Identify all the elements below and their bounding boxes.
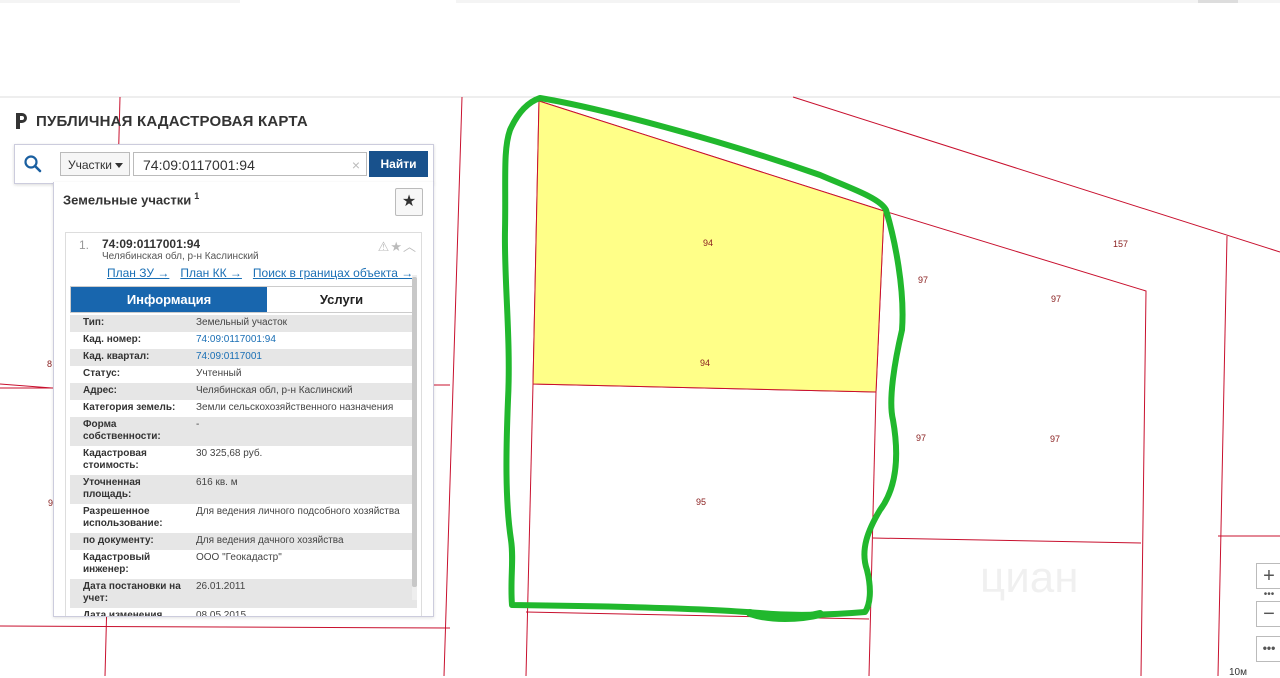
find-button[interactable]: Найти <box>369 151 428 177</box>
info-value[interactable]: 74:09:0117001:94 <box>184 334 417 346</box>
info-row: Кад. квартал: 74:09:0117001 <box>70 349 417 366</box>
info-row: Форма собственности: - <box>70 417 417 446</box>
info-key: Уточненная площадь: <box>83 477 141 500</box>
info-value: 08.05.2015 <box>196 610 247 617</box>
info-row: Статус: Учтенный <box>70 366 417 383</box>
search-input[interactable]: 74:09:0117001:94 × <box>133 152 367 176</box>
info-row: Кадастровая стоимость: 30 325,68 руб. <box>70 446 417 475</box>
info-value: Учтенный <box>196 368 242 379</box>
chevron-down-icon <box>115 163 123 168</box>
plan-kk-link[interactable]: План КК → <box>180 266 242 280</box>
info-value: Земельный участок <box>196 317 288 328</box>
watermark: циан <box>980 553 1079 602</box>
star-icon: ★ <box>401 193 417 210</box>
info-row: Кад. номер: 74:09:0117001:94 <box>70 332 417 349</box>
info-row: Дата постановки на учет: 26.01.2011 <box>70 579 417 608</box>
result-region: Челябинская обл, р-н Каслинский <box>102 251 259 262</box>
info-key: Кадастровая стоимость: <box>83 448 147 471</box>
info-row: по документу: Для ведения дачного хозяйст… <box>70 533 417 550</box>
parcel-label: 97 <box>1050 434 1060 444</box>
zoom-dots: ••• <box>1263 589 1275 600</box>
info-key: Кадастровый инженер: <box>83 552 151 575</box>
scrollbar[interactable] <box>412 275 417 600</box>
info-value: Челябинская обл, р-н Каслинский <box>196 385 353 396</box>
info-key: Дата изменения <box>83 610 163 617</box>
info-key: Дата постановки на учет: <box>83 581 181 604</box>
info-key: Категория земель: <box>83 402 176 413</box>
info-key: Разрешенное использование: <box>83 506 163 529</box>
parcel-label: 94 <box>700 358 710 368</box>
info-value: Для ведения личного подсобного хозяйства <box>196 506 400 517</box>
info-row: Адрес: Челябинская обл, р-н Каслинский <box>70 383 417 400</box>
info-key: Тип: <box>83 317 105 328</box>
plan-zu-link[interactable]: План ЗУ → <box>107 266 169 280</box>
tab-services[interactable]: Услуги <box>267 287 416 312</box>
clear-icon[interactable]: × <box>352 153 360 177</box>
parcel-label: 94 <box>703 238 713 248</box>
parcel-label: 97 <box>918 275 928 285</box>
zoom-controls: + ••• − <box>1256 563 1280 627</box>
search-query: 74:09:0117001:94 <box>143 157 255 173</box>
warning-icon[interactable]: ⚠ <box>378 239 391 254</box>
app-title: ПУБЛИЧНАЯ КАДАСТРОВАЯ КАРТА <box>36 112 308 130</box>
parcel-label: 97 <box>916 433 926 443</box>
result-links: План ЗУ → План КК → Поиск в границах объек… <box>107 266 424 280</box>
parcel-label: 157 <box>1113 239 1128 249</box>
search-in-bounds-link[interactable]: Поиск в границах объекта → <box>253 266 413 280</box>
result-index: 1. <box>79 238 90 252</box>
results-panel: Земельные участки 1 ★ 1. 74:09:0117001:94… <box>53 182 434 617</box>
parcel-label: 95 <box>696 497 706 507</box>
info-value[interactable]: 74:09:0117001 <box>184 351 417 363</box>
info-key: по документу: <box>83 535 154 546</box>
info-value: Для ведения дачного хозяйства <box>196 535 344 546</box>
zoom-in-button[interactable]: + <box>1256 563 1280 589</box>
favorites-star-button[interactable]: ★ <box>395 188 423 216</box>
info-key: Адрес: <box>83 385 117 396</box>
scale-label: 10м <box>1229 667 1247 678</box>
more-button[interactable]: ••• <box>1256 636 1280 662</box>
info-row: Уточненная площадь: 616 кв. м <box>70 475 417 504</box>
result-card[interactable]: 1. 74:09:0117001:94 Челябинская обл, р-н… <box>65 232 424 617</box>
info-value: Земли сельскохозяйственного назначения <box>196 402 394 413</box>
results-title: Земельные участки <box>63 192 192 208</box>
info-value: ООО "Геокадастр" <box>196 552 282 563</box>
brand: ПУБЛИЧНАЯ КАДАСТРОВАЯ КАРТА <box>14 112 308 130</box>
info-value: - <box>196 419 200 430</box>
info-table: Тип: Земельный участок Кад. номер: 74:09:01… <box>70 315 417 617</box>
info-row: Категория земель: Земли сельскохозяйствен… <box>70 400 417 417</box>
cadastral-logo-icon <box>16 113 27 129</box>
info-row: Дата изменения 08.05.2015 <box>70 608 417 617</box>
info-row: Кадастровый инженер: ООО "Геокадастр" <box>70 550 417 579</box>
search-bar: Участки 74:09:0117001:94 × Найти <box>14 144 434 184</box>
info-value: 616 кв. м <box>196 477 238 488</box>
object-type-value: Участки <box>68 158 112 172</box>
chevron-up-icon[interactable]: ︿ <box>403 239 417 254</box>
zoom-out-button[interactable]: − <box>1256 601 1280 627</box>
star-icon[interactable]: ★ <box>390 239 403 254</box>
info-row: Тип: Земельный участок <box>70 315 417 332</box>
info-tabs: Информация Услуги <box>70 286 417 313</box>
info-key: Кад. квартал: <box>83 351 150 362</box>
parcel-label: 97 <box>1051 294 1061 304</box>
results-count: 1 <box>194 191 200 201</box>
info-key: Статус: <box>83 368 121 379</box>
info-row: Разрешенное использование: Для ведения ли… <box>70 504 417 533</box>
results-header: Земельные участки 1 <box>63 191 199 207</box>
result-cadastral-number: 74:09:0117001:94 <box>102 237 201 251</box>
parcel-label: 8 <box>47 359 52 369</box>
scrollbar-thumb[interactable] <box>412 277 417 587</box>
info-key: Кад. номер: <box>83 334 142 345</box>
info-value: 30 325,68 руб. <box>196 448 263 459</box>
tab-information[interactable]: Информация <box>71 287 267 312</box>
info-value: 26.01.2011 <box>196 581 246 592</box>
info-key: Форма собственности: <box>83 419 161 442</box>
search-icon[interactable] <box>23 154 43 174</box>
object-type-select[interactable]: Участки <box>60 152 130 176</box>
